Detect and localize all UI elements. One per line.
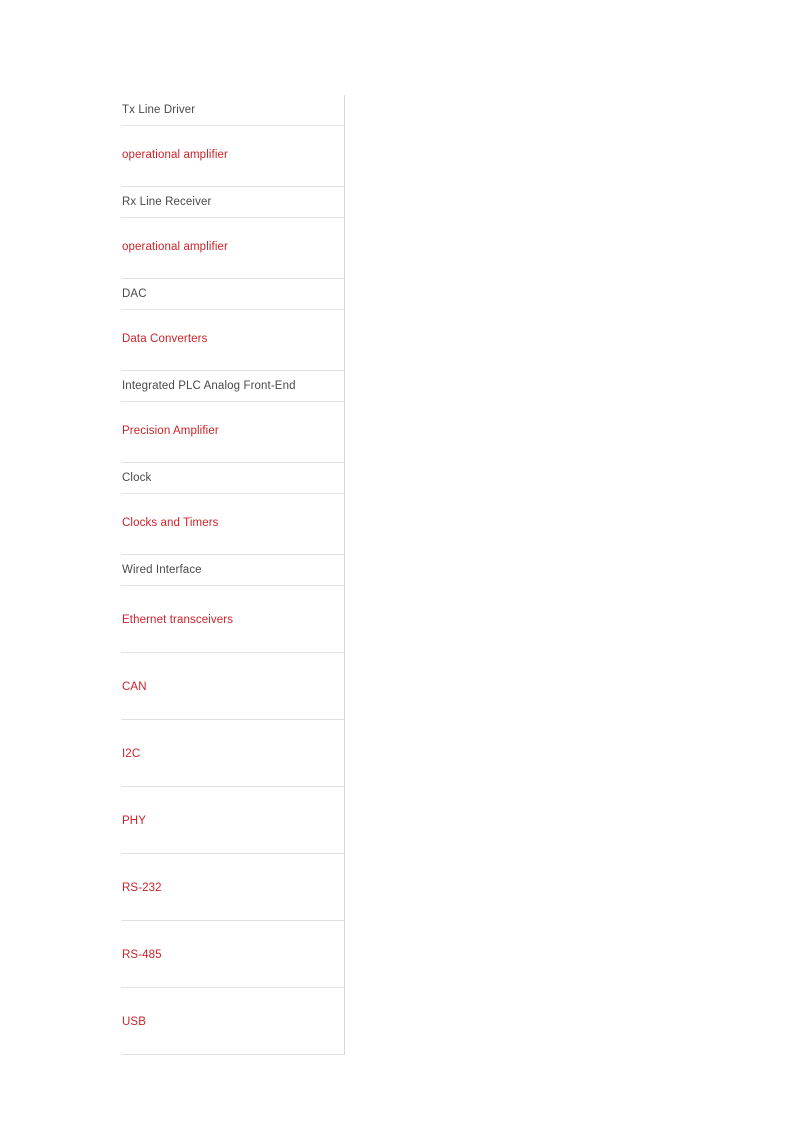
category-link-data-converters[interactable]: Data Converters	[122, 332, 207, 346]
category-link-row[interactable]: RS-485	[121, 921, 344, 988]
category-heading-row: Tx Line Driver	[121, 95, 344, 126]
category-link-row[interactable]: I2C	[121, 720, 344, 787]
category-heading-row: Clock	[121, 463, 344, 494]
category-heading-row: Wired Interface	[121, 555, 344, 586]
category-link-rs-485[interactable]: RS-485	[122, 948, 162, 962]
category-link-rs-232[interactable]: RS-232	[122, 881, 162, 895]
category-heading-row: Rx Line Receiver	[121, 187, 344, 218]
category-link-row[interactable]: CAN	[121, 653, 344, 720]
category-heading-label: Wired Interface	[122, 564, 202, 576]
category-heading-label: Tx Line Driver	[122, 104, 196, 116]
category-link-row[interactable]: Data Converters	[121, 310, 344, 371]
category-link-row[interactable]: RS-232	[121, 854, 344, 921]
category-link-operational-amplifier[interactable]: operational amplifier	[122, 148, 228, 162]
category-link-row[interactable]: operational amplifier	[121, 218, 344, 279]
category-heading-label: Rx Line Receiver	[122, 196, 212, 208]
category-link-i2c[interactable]: I2C	[122, 747, 140, 761]
category-link-operational-amplifier[interactable]: operational amplifier	[122, 240, 228, 254]
category-link-phy[interactable]: PHY	[122, 814, 146, 828]
product-category-table: Tx Line Driver operational amplifier Rx …	[121, 95, 345, 1055]
category-link-usb[interactable]: USB	[122, 1015, 146, 1029]
category-link-row[interactable]: Clocks and Timers	[121, 494, 344, 555]
category-link-can[interactable]: CAN	[122, 680, 147, 694]
category-link-row[interactable]: USB	[121, 988, 344, 1055]
category-link-row[interactable]: PHY	[121, 787, 344, 854]
category-link-row[interactable]: operational amplifier	[121, 126, 344, 187]
category-heading-row: Integrated PLC Analog Front-End	[121, 371, 344, 402]
category-link-row[interactable]: Precision Amplifier	[121, 402, 344, 463]
category-heading-label: DAC	[122, 288, 147, 300]
category-link-ethernet-transceivers[interactable]: Ethernet transceivers	[122, 613, 233, 627]
category-heading-label: Integrated PLC Analog Front-End	[122, 380, 296, 392]
category-link-precision-amplifier[interactable]: Precision Amplifier	[122, 424, 219, 438]
category-link-clocks-and-timers[interactable]: Clocks and Timers	[122, 516, 219, 530]
category-heading-row: DAC	[121, 279, 344, 310]
category-heading-label: Clock	[122, 472, 152, 484]
category-link-row[interactable]: Ethernet transceivers	[121, 586, 344, 653]
